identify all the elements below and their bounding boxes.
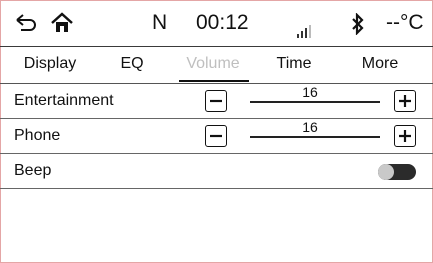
back-icon[interactable] (14, 12, 38, 34)
phone-decrease-button[interactable] (205, 125, 227, 147)
temperature-readout: --°C (386, 11, 424, 34)
entertainment-decrease-button[interactable] (205, 90, 227, 112)
gear-indicator: N (152, 11, 168, 34)
bluetooth-icon (350, 12, 366, 36)
tab-eq[interactable]: EQ (114, 47, 150, 83)
signal-icon (296, 17, 312, 38)
entertainment-volume-value: 16 (302, 84, 318, 100)
entertainment-volume-slider[interactable] (250, 101, 380, 103)
beep-toggle[interactable] (378, 164, 416, 180)
entertainment-increase-button[interactable] (394, 90, 416, 112)
beep-label: Beep (14, 162, 52, 179)
entertainment-volume-row: Entertainment 16 (0, 84, 433, 119)
active-tab-underline (179, 80, 249, 82)
tab-time[interactable]: Time (270, 47, 318, 83)
clock: 00:12 (196, 11, 249, 34)
home-icon[interactable] (50, 11, 74, 35)
phone-volume-value: 16 (302, 119, 318, 135)
tab-display[interactable]: Display (14, 47, 86, 83)
tab-more[interactable]: More (354, 47, 406, 83)
status-bar: N 00:12 --°C (0, 0, 433, 47)
phone-label: Phone (14, 127, 61, 144)
tab-volume[interactable]: Volume (178, 47, 248, 83)
entertainment-label: Entertainment (14, 92, 114, 109)
beep-row: Beep (0, 154, 433, 189)
phone-volume-slider[interactable] (250, 136, 380, 138)
phone-increase-button[interactable] (394, 125, 416, 147)
settings-tabs: Display EQ Volume Time More (0, 47, 433, 84)
beep-toggle-knob (378, 164, 394, 180)
phone-volume-row: Phone 16 (0, 119, 433, 154)
